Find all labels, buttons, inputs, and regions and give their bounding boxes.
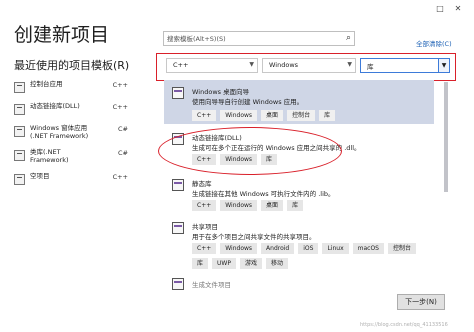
template-item[interactable]: 共享项目 用于在多个项目之间共享文件的共享项目。 C++ Windows And… — [164, 215, 434, 277]
template-item[interactable]: 生成文件项目 — [164, 274, 434, 294]
template-search-box[interactable]: ⌕ — [163, 31, 355, 46]
recent-item-language: C# — [118, 149, 128, 157]
recent-item-label: 控制台应用 — [30, 80, 63, 88]
template-tag: 库 — [319, 110, 336, 121]
template-tag: iOS — [298, 243, 319, 254]
template-name: 共享项目 — [192, 223, 218, 231]
platform-filter-value: Windows — [269, 61, 299, 69]
platform-filter-select[interactable]: Windows ▼ — [262, 58, 356, 73]
template-tag: Windows — [220, 200, 258, 211]
close-icon[interactable]: ✕ — [450, 2, 466, 14]
template-list: Windows 桌面向导 使用向导导自行创建 Windows 应用。 C++ W… — [164, 80, 434, 294]
project-icon — [14, 126, 25, 137]
recent-item-label: 动态链接库(DLL) — [30, 102, 80, 110]
template-tag: 桌面 — [261, 200, 284, 211]
recent-item-label: 空项目 — [30, 172, 50, 180]
recent-item-language: C++ — [112, 173, 128, 181]
template-tag: C++ — [192, 200, 217, 211]
chevron-down-icon: ▼ — [347, 61, 352, 68]
watermark: https://blog.csdn.net/qq_41133516 — [360, 322, 448, 328]
language-filter-select[interactable]: C++ ▼ — [166, 58, 258, 73]
template-tag: Windows — [220, 110, 258, 121]
recent-item-label: 类库(.NET Framework) — [30, 148, 69, 164]
shared-project-icon — [172, 222, 184, 234]
clear-all-link[interactable]: 全部清除(C) — [416, 38, 452, 48]
template-tags: C++ Windows 桌面 库 — [192, 200, 432, 211]
template-tags: C++ Windows Android iOS Linux macOS 控制台 … — [192, 243, 432, 269]
recent-item[interactable]: 控制台应用 C++ — [14, 80, 128, 102]
template-item[interactable]: 静态库 生成链接在其他 Windows 可执行文件内的 .lib。 C++ Wi… — [164, 172, 434, 216]
recent-templates-list: 控制台应用 C++ 动态链接库(DLL) C++ Windows 窗体应用(.N… — [14, 80, 128, 194]
project-icon — [14, 174, 25, 185]
template-tag: macOS — [352, 243, 384, 254]
recent-item-language: C++ — [112, 103, 128, 111]
scroll-thumb[interactable] — [444, 82, 448, 192]
template-tag: 库 — [192, 258, 209, 269]
project-type-filter-select[interactable]: 库 ▼ — [360, 58, 450, 73]
page-title: 创建新项目 — [14, 24, 110, 46]
project-icon — [14, 104, 25, 115]
template-description: 生成链接在其他 Windows 可执行文件内的 .lib。 — [192, 190, 335, 198]
language-filter-value: C++ — [173, 61, 189, 69]
makefile-project-icon — [172, 278, 184, 290]
dll-highlight-ellipse — [158, 127, 342, 175]
template-name: 静态库 — [192, 180, 212, 188]
chevron-down-icon: ▼ — [249, 61, 254, 68]
project-icon — [14, 150, 25, 161]
template-tag: 移动 — [265, 258, 288, 269]
project-type-filter-value: 库 — [367, 63, 374, 71]
template-tag: 库 — [287, 200, 304, 211]
template-tag: UWP — [212, 258, 236, 269]
desktop-wizard-icon — [172, 87, 184, 99]
template-tag: 控制台 — [287, 110, 316, 121]
template-name: 生成文件项目 — [192, 281, 231, 289]
template-description: 使用向导导自行创建 Windows 应用。 — [192, 98, 304, 106]
static-library-icon — [172, 179, 184, 191]
recent-item[interactable]: 类库(.NET Framework) C# — [14, 148, 128, 172]
template-tag: Windows — [220, 243, 258, 254]
project-icon — [14, 82, 25, 93]
template-description: 用于在多个项目之间共享文件的共享项目。 — [192, 233, 316, 241]
template-tag: Android — [261, 243, 295, 254]
search-input[interactable] — [167, 33, 337, 44]
next-button[interactable]: 下一步(N) — [397, 294, 445, 310]
window-controls: □ ✕ — [432, 2, 466, 14]
template-tag: 控制台 — [387, 243, 416, 254]
recent-item[interactable]: 空项目 C++ — [14, 172, 128, 194]
template-tag: 桌面 — [261, 110, 284, 121]
template-list-scrollbar[interactable] — [442, 82, 450, 294]
template-tag: Linux — [322, 243, 349, 254]
template-tag: C++ — [192, 110, 217, 121]
template-tag: 游戏 — [239, 258, 262, 269]
recent-item-language: C++ — [112, 81, 128, 89]
template-tags: C++ Windows 桌面 控制台 库 — [192, 110, 432, 121]
template-name: Windows 桌面向导 — [192, 88, 250, 96]
search-icon[interactable]: ⌕ — [346, 33, 351, 43]
recent-item[interactable]: Windows 窗体应用(.NET Framework) C# — [14, 124, 128, 148]
maximize-icon[interactable]: □ — [432, 2, 448, 14]
recent-item[interactable]: 动态链接库(DLL) C++ — [14, 102, 128, 124]
chevron-down-icon[interactable]: ▼ — [438, 59, 449, 72]
recent-item-language: C# — [118, 125, 128, 133]
template-item[interactable]: Windows 桌面向导 使用向导导自行创建 Windows 应用。 C++ W… — [164, 80, 434, 124]
template-tag: C++ — [192, 243, 217, 254]
recent-templates-heading: 最近使用的项目模板(R) — [14, 59, 130, 72]
recent-item-label: Windows 窗体应用(.NET Framework) — [30, 124, 89, 140]
